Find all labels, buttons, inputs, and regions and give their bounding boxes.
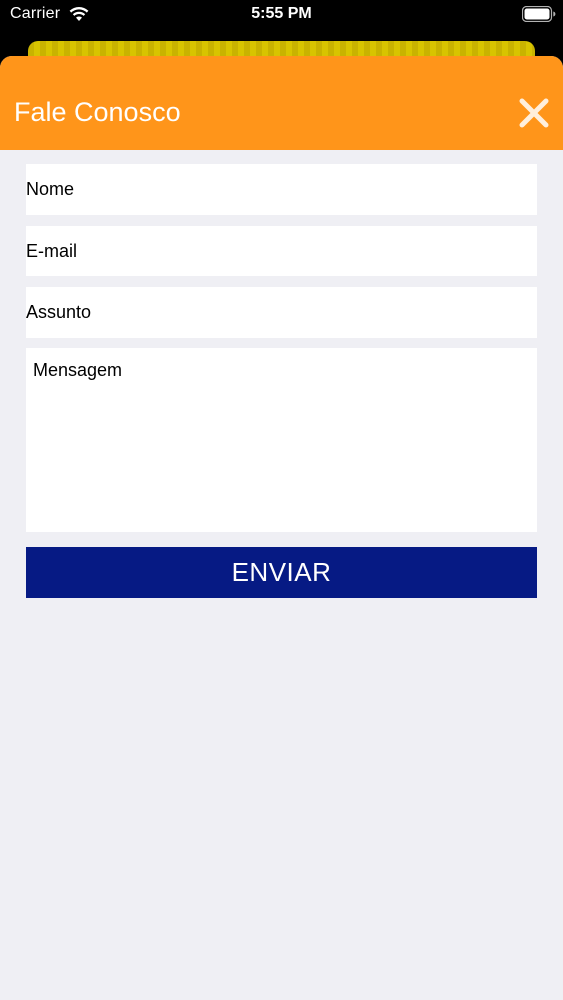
close-button[interactable]: [515, 94, 553, 132]
sheet-title: Fale Conosco: [14, 97, 181, 127]
battery-icon: [522, 6, 556, 22]
status-time: 5:55 PM: [251, 5, 312, 22]
sheet-header: Fale Conosco: [0, 56, 563, 150]
send-button[interactable]: ENVIAR: [26, 547, 537, 598]
name-field[interactable]: [26, 164, 537, 215]
email-field[interactable]: [26, 226, 537, 276]
close-icon: [519, 98, 549, 128]
status-bar: Carrier 5:55 PM: [0, 0, 563, 40]
contact-sheet: Fale Conosco ENVIAR: [0, 56, 563, 1000]
subject-field[interactable]: [26, 287, 537, 338]
message-field[interactable]: [26, 348, 537, 532]
